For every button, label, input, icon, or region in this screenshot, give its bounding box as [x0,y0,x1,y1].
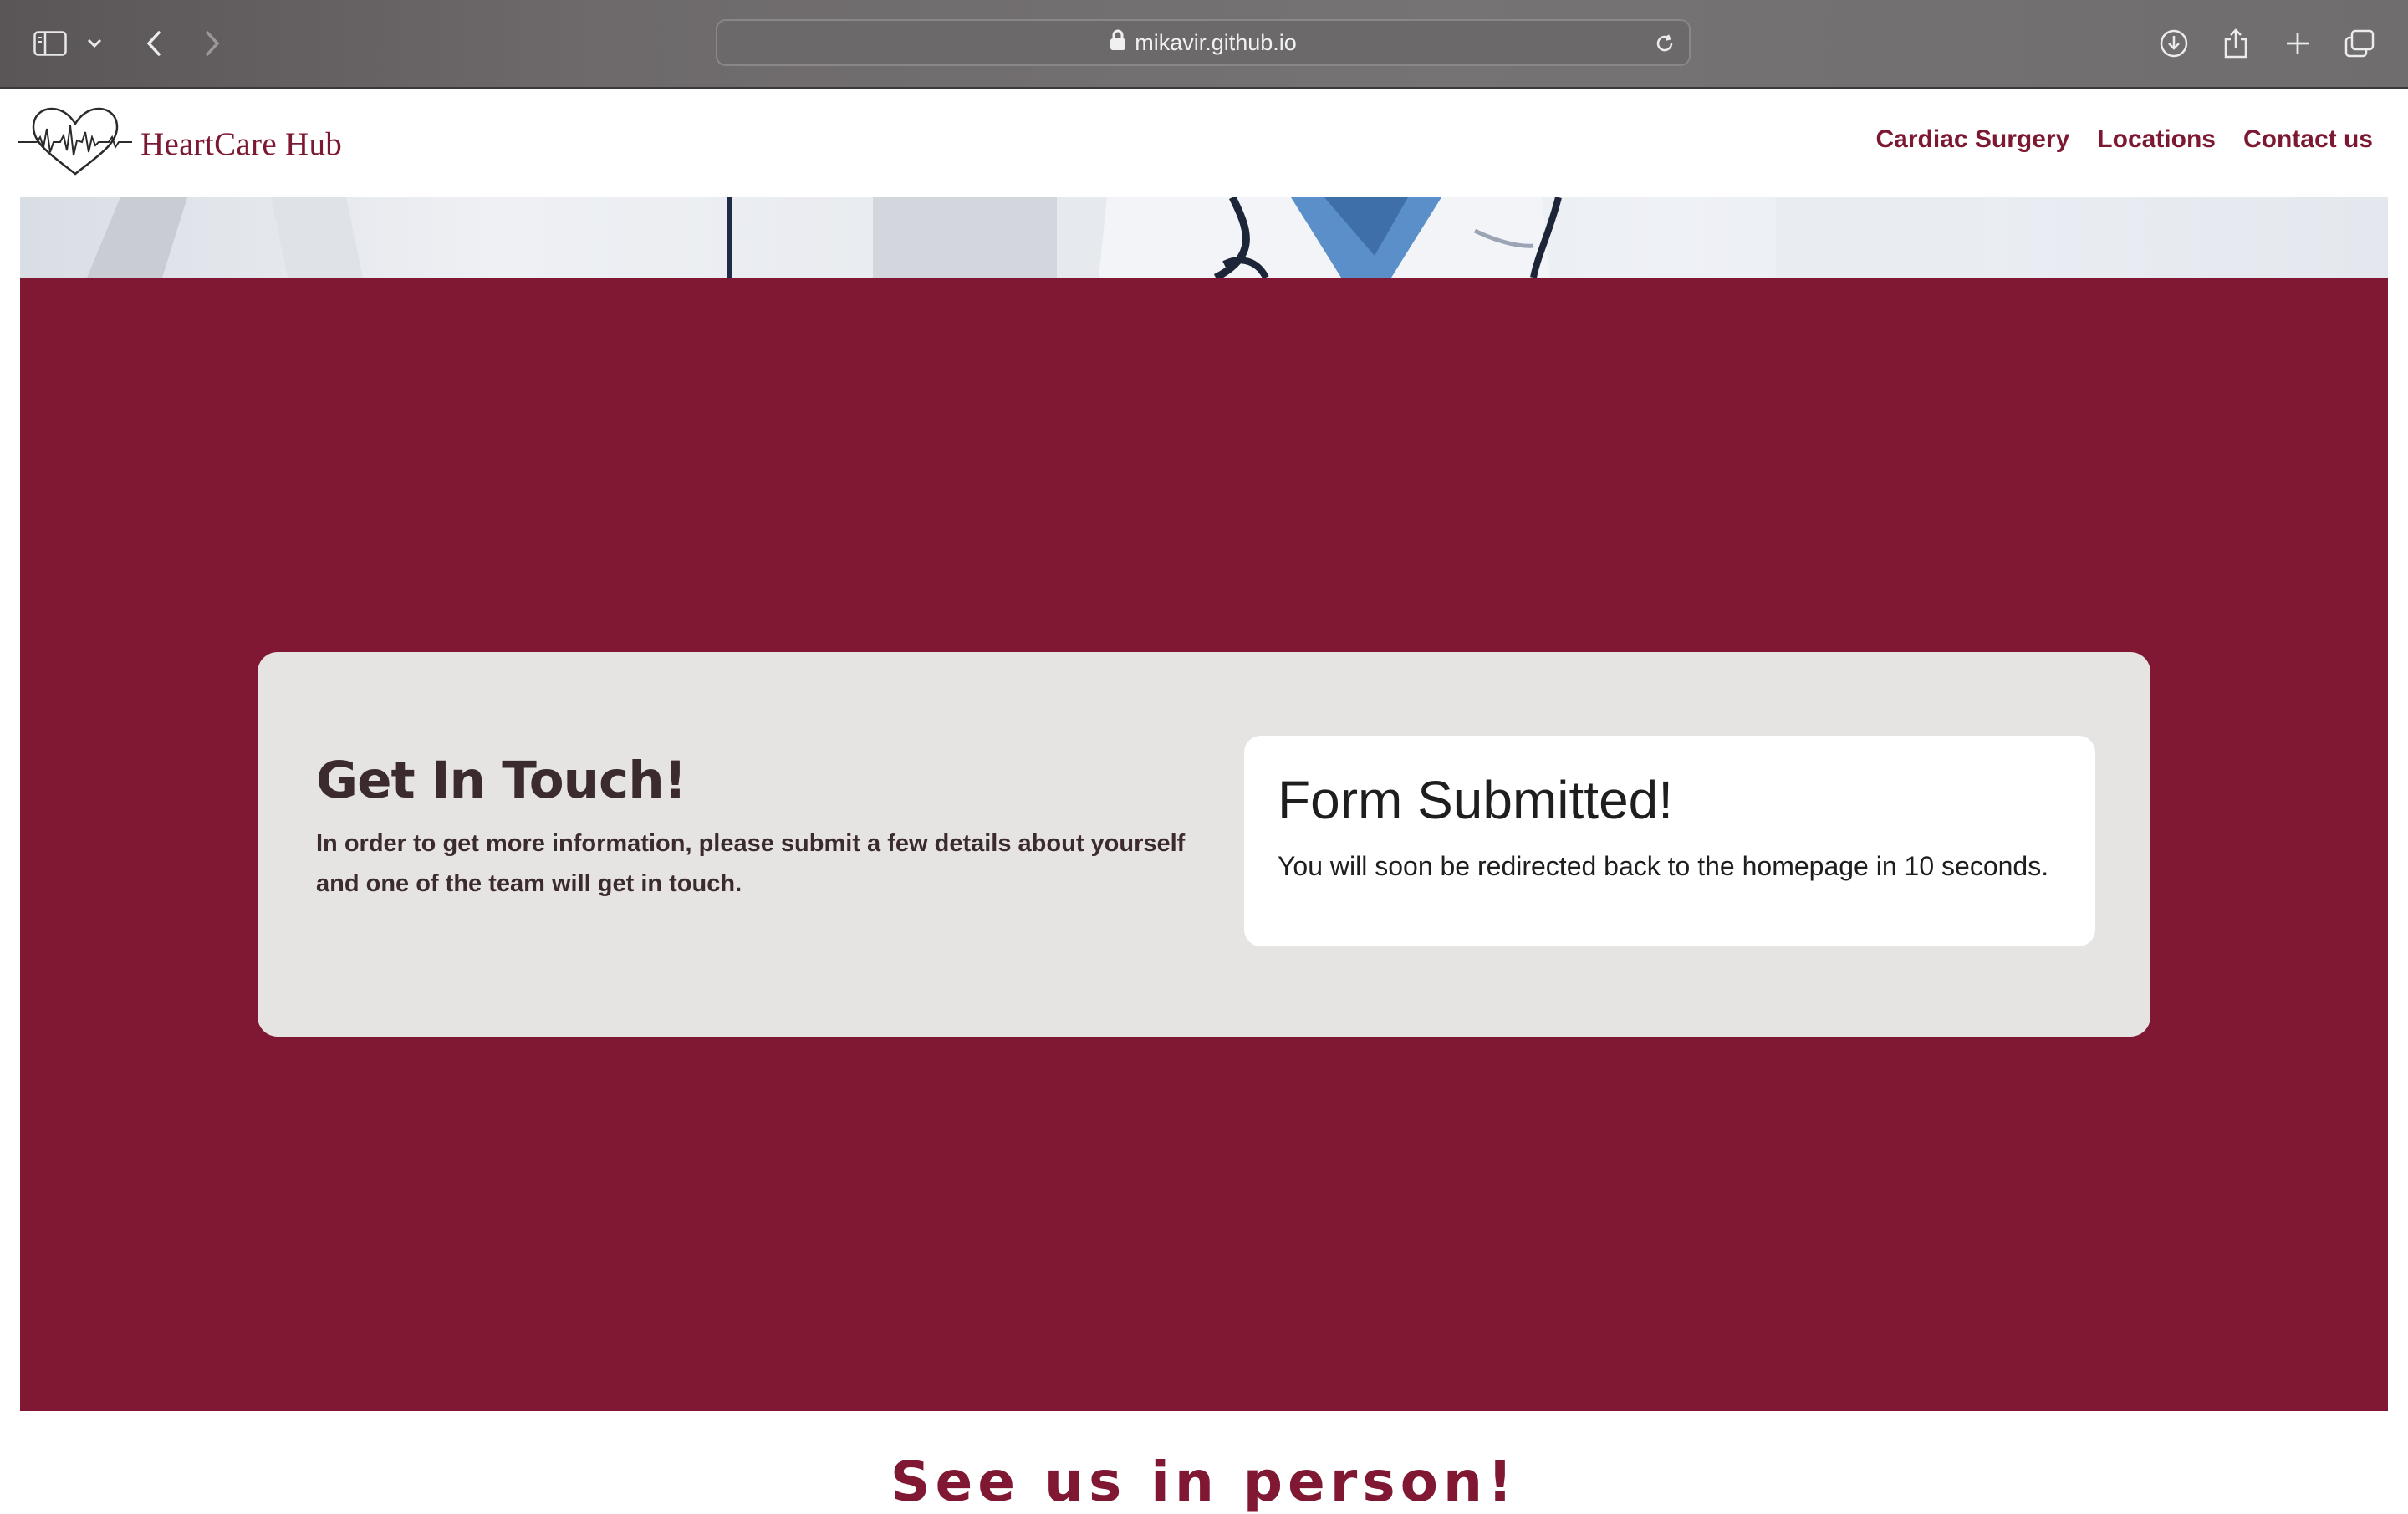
sidebar-icon[interactable] [25,18,75,69]
site-header: HeartCare Hub Cardiac Surgery Locations … [0,89,2408,197]
tab-overview-icon[interactable] [2334,18,2385,69]
brand-logo[interactable]: HeartCare Hub [18,104,342,185]
doctor-photo [87,197,1985,278]
forward-arrow-icon[interactable] [187,18,237,69]
url-text: mikavir.github.io [1135,29,1297,55]
address-bar[interactable]: mikavir.github.io [716,19,1691,66]
form-submitted-title: Form Submitted! [1278,770,1674,830]
reload-icon[interactable] [1649,28,1681,59]
back-arrow-icon[interactable] [129,18,179,69]
contact-section: Get In Touch! In order to get more infor… [20,278,2388,1411]
browser-toolbar: mikavir.github.io [0,0,2408,89]
redirect-message: You will soon be redirected back to the … [1278,851,2049,881]
form-submitted-panel: Form Submitted! You will soon be redirec… [1244,736,2095,946]
nav-link-cardiac-surgery[interactable]: Cardiac Surgery [1876,125,2070,154]
see-us-heading: See us in person! [890,1450,1518,1514]
download-icon[interactable] [2149,18,2199,69]
contact-heading: Get In Touch! [316,751,686,810]
nav-link-contact-us[interactable]: Contact us [2243,125,2373,154]
lock-icon [1110,29,1126,57]
heart-pulse-icon [18,104,132,185]
hero-image [20,197,2388,278]
chevron-down-icon[interactable] [74,18,115,69]
contact-intro: Get In Touch! In order to get more infor… [316,751,1202,904]
share-icon[interactable] [2211,18,2261,69]
nav-link-locations[interactable]: Locations [2097,125,2216,154]
contact-card: Get In Touch! In order to get more infor… [258,652,2150,1037]
main-nav: Cardiac Surgery Locations Contact us [1876,125,2373,154]
contact-description: In order to get more information, please… [316,830,1186,897]
brand-name: HeartCare Hub [140,126,343,162]
plus-icon[interactable] [2273,18,2323,69]
